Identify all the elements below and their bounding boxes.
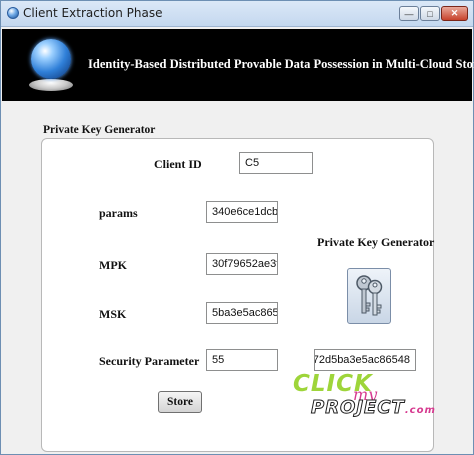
security-parameter-field[interactable]: 55 bbox=[206, 349, 278, 371]
title-bar[interactable]: Client Extraction Phase — □ ✕ bbox=[1, 1, 473, 27]
watermark-word: PROJECT bbox=[311, 397, 405, 419]
globe-stand bbox=[29, 79, 73, 91]
client-id-label: Client ID bbox=[154, 157, 202, 171]
mpk-label: MPK bbox=[99, 258, 127, 272]
close-button[interactable]: ✕ bbox=[441, 6, 468, 21]
private-key-field[interactable]: b6c72d5ba3e5ac86548 bbox=[314, 349, 416, 371]
minimize-button[interactable]: — bbox=[399, 6, 419, 21]
keys-icon bbox=[356, 275, 383, 316]
app-window: Client Extraction Phase — □ ✕ Identity-B… bbox=[0, 0, 474, 455]
globe-icon bbox=[31, 39, 71, 79]
msk-label: MSK bbox=[99, 307, 127, 321]
window-title: Client Extraction Phase bbox=[23, 6, 163, 20]
section-title: Private Key Generator bbox=[43, 124, 156, 136]
java-app-icon bbox=[7, 7, 19, 19]
banner-title: Identity-Based Distributed Provable Data… bbox=[88, 57, 474, 71]
generate-key-button[interactable] bbox=[347, 268, 391, 324]
client-id-field[interactable]: C5 bbox=[239, 152, 313, 174]
watermark-logo: CLICK my PROJECT.com bbox=[293, 371, 443, 431]
watermark-line2: PROJECT.com bbox=[311, 397, 436, 419]
store-button[interactable]: Store bbox=[158, 391, 202, 413]
watermark-suffix: .com bbox=[404, 405, 436, 416]
msk-field[interactable]: 5ba3e5ac86548 bbox=[206, 302, 278, 324]
private-key-label: Private Key Generator bbox=[317, 235, 435, 249]
params-label: params bbox=[99, 206, 138, 220]
security-parameter-label: Security Parameter bbox=[99, 354, 200, 368]
mpk-field[interactable]: 30f79652ae3f75 bbox=[206, 253, 278, 275]
header-banner: Identity-Based Distributed Provable Data… bbox=[2, 29, 474, 101]
maximize-button[interactable]: □ bbox=[420, 6, 440, 21]
params-field[interactable]: 340e6ce1dcb64 bbox=[206, 201, 278, 223]
